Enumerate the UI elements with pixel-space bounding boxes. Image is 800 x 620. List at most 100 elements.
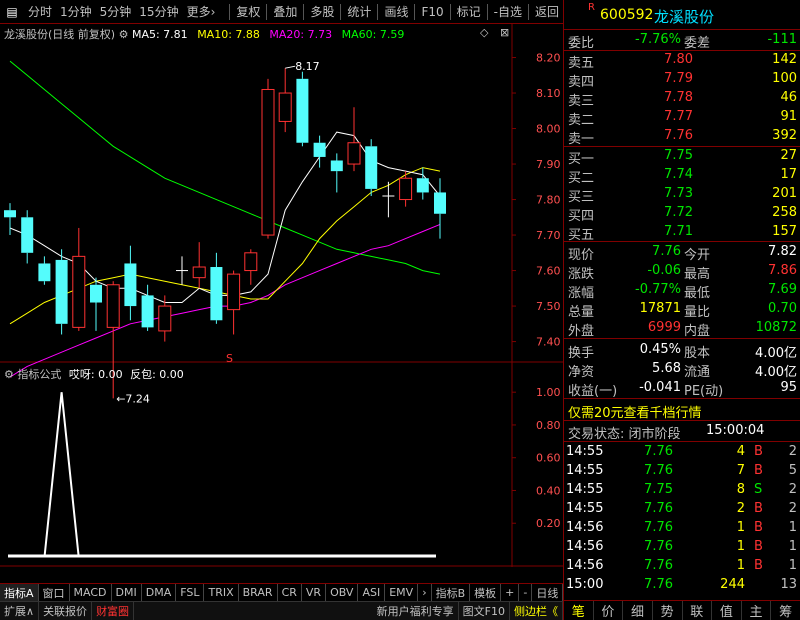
status-item-0[interactable]: 扩展∧ [0,601,40,620]
indicator-tab-2[interactable]: MACD [70,583,112,602]
settings-icon[interactable]: ⚙ [119,28,129,41]
candle-body[interactable] [227,273,241,311]
candle-body[interactable] [416,178,429,193]
candle-body[interactable] [278,92,292,122]
tick-time: 14:55 [566,444,604,459]
candle-body[interactable] [244,252,258,272]
indicator-tab-6[interactable]: TRIX [204,583,239,602]
stat-row: 收益(一) -0.041 PE(动) 95 [564,379,800,399]
tool-buttons: 复权 叠加 多股 统计 画线 F10 标记 -自选 返回 [227,0,563,24]
tool-button-6[interactable]: 标记 [453,0,485,24]
candle-body[interactable] [313,142,326,157]
candle-body[interactable] [4,210,16,218]
y-tick-label: 7.40 [536,336,561,349]
tick-time: 14:56 [566,520,604,535]
period-tab-2[interactable]: 5分钟 [96,0,136,24]
candle-body[interactable] [38,263,51,282]
indicator-tab-3[interactable]: DMI [112,583,142,602]
tick-price: 7.76 [644,444,673,459]
candle-body[interactable] [21,217,34,253]
candle-body[interactable] [106,284,120,328]
candle-body[interactable] [330,160,343,172]
status-right-group: 新用户福利专享 图文F10 侧边栏《 [373,601,563,620]
panel-tab-4[interactable]: 联 [683,601,713,620]
panel-tab-6[interactable]: 主 [742,601,772,620]
tab-right-0[interactable]: 指标B [432,583,471,602]
y-tick-label: 7.80 [536,194,561,207]
panel-tab-5[interactable]: 值 [712,601,742,620]
panel-tab-2[interactable]: 细 [623,601,653,620]
status-right-item-2[interactable]: 侧边栏《 [510,601,563,620]
panel-tab-7[interactable]: 筹 [771,601,800,620]
panel-tab-3[interactable]: 势 [653,601,683,620]
candle-body[interactable] [399,177,413,201]
indicator-y-tick-label: 0.60 [536,452,561,465]
candle-body[interactable] [124,263,137,307]
tool-button-3[interactable]: 统计 [343,0,375,24]
candle-body[interactable] [55,259,68,324]
candle-body[interactable] [192,266,206,279]
settings-icon[interactable]: ⚙ [4,368,14,381]
indicator-tab-9[interactable]: VR [302,583,327,602]
tool-button-2[interactable]: 多股 [306,0,338,24]
candle-body[interactable] [365,146,378,189]
tool-button-8[interactable]: 返回 [531,0,563,24]
tick-count: 1 [788,558,797,573]
indicator-tab-1[interactable]: 窗口 [39,583,70,602]
tool-button-0[interactable]: 复权 [232,0,264,24]
candle-body[interactable] [158,305,172,332]
ask-label: 卖一 [568,132,595,147]
indicator-tab-10[interactable]: OBV [326,583,359,602]
candle-body[interactable] [72,255,86,328]
kline-chart[interactable]: 8.20 8.10 8.00 7.90 7.80 7.70 7.60 7.50 7.40 8.17… [0,24,563,567]
indicator-tab-8[interactable]: CR [278,583,302,602]
period-tab-3[interactable]: 15分钟 [135,0,182,24]
candle-body[interactable] [90,284,102,303]
diamond-icon[interactable]: ◇ [480,26,488,39]
ask-row: 卖四 7.79 100 [564,70,800,90]
panel-divider [564,398,800,399]
candle-body[interactable] [296,78,309,143]
promo-link[interactable]: 仅需20元查看千档行情 [568,402,702,421]
tick-price: 7.75 [644,482,673,497]
indicator-tab-7[interactable]: BRAR [239,583,278,602]
ask-label: 卖四 [568,75,595,90]
status-item-2[interactable]: 财富圈 [92,601,135,620]
indicator-y-tick-label: 0.80 [536,419,561,432]
status-right-item-0[interactable]: 新用户福利专享 [373,601,459,620]
period-tab-1[interactable]: 1分钟 [56,0,96,24]
tabs-scroll-right[interactable]: › [418,583,432,602]
tool-button-5[interactable]: F10 [417,0,447,24]
close-icon[interactable]: ⊠ [500,26,509,39]
indicator-tab-5[interactable]: FSL [176,583,205,602]
tab-right-4[interactable]: 日线 [532,583,564,602]
y-tick-label: 8.10 [536,87,561,100]
tab-right-3[interactable]: - [519,583,533,602]
panel-tab-0[interactable]: 笔 [564,601,594,620]
status-item-1[interactable]: 关联报价 [39,601,93,620]
menu-icon[interactable]: ▤ [0,0,24,24]
candle-body[interactable] [261,88,275,236]
candle-body[interactable] [434,192,446,214]
stat-label: 今开 [684,248,711,263]
tab-right-1[interactable]: 模板 [470,583,502,602]
indicator-tab-0[interactable]: 指标A [0,583,39,602]
tool-button-7[interactable]: -自选 [490,0,526,24]
y-tick-label: 7.70 [536,229,561,242]
candle-body[interactable] [141,295,154,328]
indicator-tab-12[interactable]: EMV [385,583,419,602]
indicator-tab-11[interactable]: ASI [358,583,386,602]
candle-body[interactable] [210,267,223,321]
status-right-item-1[interactable]: 图文F10 [459,601,510,620]
stat-label: 现价 [568,248,595,263]
tick-side: B [754,463,763,478]
period-tab-0[interactable]: 分时 [24,0,56,24]
tool-button-4[interactable]: 画线 [380,0,412,24]
tab-right-2[interactable]: + [501,583,520,602]
indicator-tab-4[interactable]: DMA [142,583,177,602]
period-tab-4[interactable]: 更多› [183,0,220,24]
candle-body[interactable] [347,142,361,165]
panel-tab-1[interactable]: 价 [594,601,624,620]
tool-button-1[interactable]: 叠加 [269,0,301,24]
ask-price: 7.77 [664,109,693,124]
